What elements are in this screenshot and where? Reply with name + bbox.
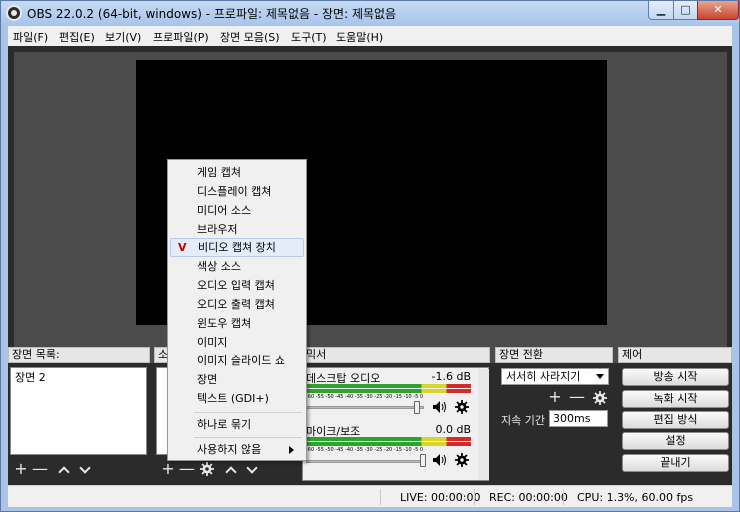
preview-area [14, 52, 727, 363]
add-source-button[interactable]: + [160, 461, 176, 477]
remove-source-button[interactable]: — [179, 461, 195, 477]
transitions-dock: 서서히 사라지기 + — 지속 기간 300ms [495, 367, 613, 481]
remove-transition-button[interactable]: — [569, 389, 585, 405]
move-source-down-button[interactable] [246, 462, 258, 474]
maximize-button[interactable]: □ [673, 1, 698, 20]
add-source-menu: 게임 캡쳐 디스플레이 캡쳐 미디어 소스 브라우저 V 비디오 캡쳐 장치 색… [167, 159, 307, 461]
live-timer: LIVE: 00:00:00 [400, 491, 481, 504]
obs-window: OBS 22.0.2 (64-bit, windows) - 프로파일: 제목없… [0, 0, 740, 512]
volume-meter [306, 442, 471, 446]
move-scene-up-button[interactable] [58, 466, 70, 478]
transition-select[interactable]: 서서히 사라지기 [501, 368, 609, 385]
menu-item-text-gdi[interactable]: 텍스트 (GDI+) [170, 389, 304, 408]
volume-slider-thumb[interactable] [420, 454, 426, 467]
move-source-up-button[interactable] [225, 466, 237, 478]
remove-scene-button[interactable]: — [32, 461, 48, 477]
menu-item-image-slideshow[interactable]: 이미지 슬라이드 쇼 [170, 351, 304, 370]
title-bar[interactable]: OBS 22.0.2 (64-bit, windows) - 프로파일: 제목없… [1, 1, 739, 25]
audio-settings-gear-icon[interactable] [455, 400, 469, 414]
menu-bar: 파일(F) 편집(E) 보기(V) 프로파일(P) 장면 모음(S) 도구(T)… [8, 26, 732, 46]
mixer-dock: 데스크탑 오디오 -1.6 dB -60 -55 -50 -45 -40 -35… [302, 367, 490, 481]
main-client: 파일(F) 편집(E) 보기(V) 프로파일(P) 장면 모음(S) 도구(T)… [8, 26, 732, 507]
mixer-scrollbar[interactable] [478, 369, 489, 480]
scenes-dock: 장면 2 + — [8, 367, 150, 481]
menu-item-color-source[interactable]: 색상 소스 [170, 257, 304, 276]
chevron-down-icon [596, 374, 604, 379]
menu-item-video-capture-device[interactable]: V 비디오 캡쳐 장치 [170, 238, 304, 257]
settings-button[interactable]: 설정 [622, 432, 729, 450]
menu-item-window-capture[interactable]: 윈도우 캡쳐 [170, 314, 304, 333]
menu-edit[interactable]: 편집(E) [59, 29, 95, 45]
menu-scene-collection[interactable]: 장면 모음(S) [220, 29, 280, 45]
submenu-arrow-icon [289, 446, 294, 454]
menu-file[interactable]: 파일(F) [13, 29, 48, 45]
source-properties-gear-icon[interactable] [200, 462, 214, 476]
menu-profile[interactable]: 프로파일(P) [153, 29, 209, 45]
window-title: OBS 22.0.2 (64-bit, windows) - 프로파일: 제목없… [27, 7, 397, 21]
cpu-fps: CPU: 1.3%, 60.00 fps [577, 491, 694, 504]
add-scene-button[interactable]: + [13, 461, 29, 477]
menu-item-audio-output-capture[interactable]: 오디오 출력 캡쳐 [170, 295, 304, 314]
audio-mixer: 데스크탑 오디오 -1.6 dB -60 -55 -50 -45 -40 -35… [302, 367, 489, 481]
start-streaming-button[interactable]: 방송 시작 [622, 368, 729, 386]
menu-item-image[interactable]: 이미지 [170, 333, 304, 352]
controls-dock-title: 제어 [618, 347, 732, 363]
list-item[interactable]: 장면 2 [13, 369, 149, 384]
exit-button[interactable]: 끝내기 [622, 454, 729, 472]
speaker-icon[interactable] [433, 454, 447, 466]
status-separator [380, 489, 381, 505]
scenes-dock-title: 장면 목록: [8, 347, 150, 363]
status-separator [474, 489, 475, 505]
obs-logo-icon [6, 5, 22, 21]
move-scene-down-button[interactable] [79, 462, 91, 474]
status-bar: LIVE: 00:00:00 REC: 00:00:00 CPU: 1.3%, … [8, 485, 732, 507]
menu-item-label: 사용하지 않음 [197, 443, 262, 456]
menu-separator [194, 437, 302, 438]
volume-meter [306, 437, 471, 441]
duration-label: 지속 기간 [501, 414, 545, 427]
volume-meter [306, 389, 471, 393]
minimize-button[interactable]: ▁ [648, 1, 674, 20]
menu-item-media-source[interactable]: 미디어 소스 [170, 201, 304, 220]
duration-value: 300ms [553, 412, 591, 425]
menu-item-scene[interactable]: 장면 [170, 370, 304, 389]
menu-separator [194, 412, 302, 413]
menu-help[interactable]: 도움말(H) [336, 29, 383, 45]
meter-scale: -60 -55 -50 -45 -40 -35 -30 -25 -20 -15 … [306, 447, 424, 453]
meter-scale: -60 -55 -50 -45 -40 -35 -30 -25 -20 -15 … [306, 394, 424, 400]
audio-settings-gear-icon[interactable] [455, 453, 469, 467]
mixer-dock-title: 믹서 [302, 347, 490, 363]
menu-item-group[interactable]: 하나로 묶기 [170, 415, 304, 434]
volume-slider[interactable] [306, 406, 424, 409]
check-icon: V [178, 241, 187, 254]
menu-item-label: 비디오 캡쳐 장치 [198, 241, 276, 254]
status-separator [563, 489, 564, 505]
volume-slider-thumb[interactable] [414, 401, 420, 414]
menu-item-deprecated[interactable]: 사용하지 않음 [170, 440, 304, 459]
volume-meter [306, 384, 471, 388]
menu-item-audio-input-capture[interactable]: 오디오 입력 캡쳐 [170, 276, 304, 295]
menu-item-browser[interactable]: 브라우저 [170, 220, 304, 239]
menu-tools[interactable]: 도구(T) [291, 29, 327, 45]
track-db: 0.0 dB [435, 423, 471, 436]
transitions-dock-title: 장면 전환 [495, 347, 613, 363]
add-transition-button[interactable]: + [547, 389, 563, 405]
studio-mode-button[interactable]: 편집 방식 [622, 411, 729, 429]
menu-item-game-capture[interactable]: 게임 캡쳐 [170, 163, 304, 182]
menu-view[interactable]: 보기(V) [105, 29, 141, 45]
track-db: -1.6 dB [431, 370, 472, 383]
rec-timer: REC: 00:00:00 [489, 491, 568, 504]
close-button[interactable]: ✕ [697, 1, 739, 20]
menu-item-display-capture[interactable]: 디스플레이 캡쳐 [170, 182, 304, 201]
scenes-list[interactable]: 장면 2 [10, 367, 147, 455]
speaker-icon[interactable] [433, 401, 447, 413]
start-recording-button[interactable]: 녹화 시작 [622, 390, 729, 408]
transition-settings-gear-icon[interactable] [593, 391, 607, 405]
duration-spinbox[interactable]: 300ms [549, 410, 608, 427]
volume-slider[interactable] [306, 460, 426, 463]
transition-select-value: 서서히 사라지기 [506, 370, 581, 383]
